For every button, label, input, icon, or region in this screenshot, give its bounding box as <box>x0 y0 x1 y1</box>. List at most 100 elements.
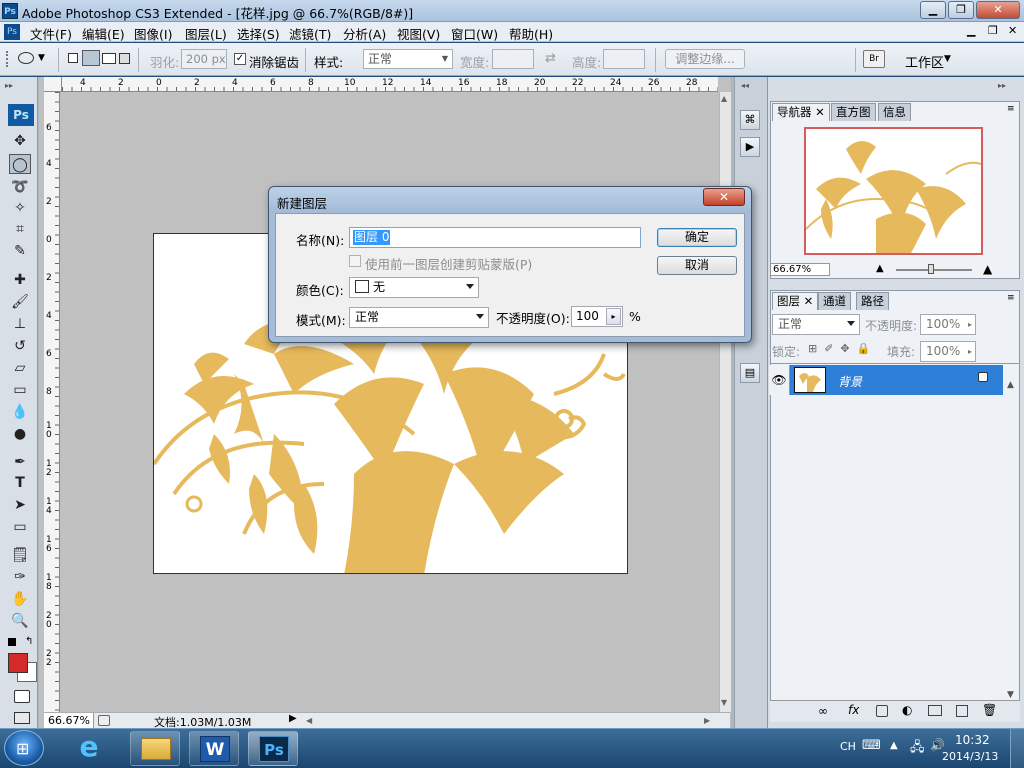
new-selection-icon[interactable] <box>68 53 78 63</box>
taskbar-word-button[interactable]: W <box>189 731 239 766</box>
scroll-down-arrow-icon[interactable]: ▼ <box>1007 690 1014 700</box>
bridge-icon[interactable]: Br <box>863 50 885 68</box>
clipping-mask-checkbox[interactable] <box>349 255 361 267</box>
brushes-panel-icon[interactable]: ⌘ <box>740 110 760 130</box>
antialias-checkbox[interactable]: ✓ <box>234 53 246 65</box>
layer-name-input[interactable]: 图层 0 <box>349 227 641 248</box>
path-selection-tool-icon[interactable]: ➤ <box>9 495 31 515</box>
default-colors-icon[interactable] <box>8 638 16 646</box>
eraser-tool-icon[interactable]: ▱ <box>9 358 31 378</box>
notes-tool-icon[interactable]: 🗒 <box>9 545 31 565</box>
width-input[interactable] <box>492 49 534 69</box>
close-icon[interactable]: ✕ <box>815 105 825 119</box>
document-icon[interactable]: Ps <box>4 24 20 40</box>
marquee-tool-icon[interactable]: ◯ <box>9 154 31 174</box>
hand-tool-icon[interactable]: ✋ <box>9 589 31 609</box>
shape-tool-icon[interactable]: ▭ <box>9 517 31 537</box>
scroll-up-arrow-icon[interactable]: ▲ <box>1007 380 1014 390</box>
photoshop-app-icon[interactable]: Ps <box>2 3 18 19</box>
add-selection-icon[interactable] <box>82 50 100 66</box>
move-tool-icon[interactable]: ✥ <box>9 131 31 151</box>
close-icon[interactable]: ✕ <box>804 294 814 308</box>
panel-menu-icon[interactable]: ≡ <box>1007 293 1015 303</box>
keyboard-icon[interactable]: ⌨ <box>862 738 881 753</box>
menu-help[interactable]: 帮助(H) <box>509 24 553 43</box>
tab-info[interactable]: 信息 <box>878 103 911 121</box>
vertical-scrollbar[interactable]: ▲ ▼ <box>719 92 731 712</box>
workspace-button[interactable]: 工作区 <box>905 52 944 71</box>
layer-opacity-input[interactable]: 100% ▸ <box>920 314 976 335</box>
show-desktop-button[interactable] <box>1010 729 1024 768</box>
actions-panel-icon[interactable]: ▶ <box>740 137 760 157</box>
adjustment-layer-icon[interactable]: ◐ <box>902 703 912 717</box>
height-input[interactable] <box>603 49 645 69</box>
slice-tool-icon[interactable]: ✎ <box>9 241 31 261</box>
link-layers-icon[interactable]: ∞ <box>818 704 828 718</box>
history-brush-tool-icon[interactable]: ↺ <box>9 336 31 356</box>
menu-filter[interactable]: 滤镜(T) <box>289 24 331 43</box>
elliptical-marquee-icon[interactable] <box>18 52 34 64</box>
minimize-button[interactable]: ▁ <box>920 1 946 19</box>
notes-panel-icon[interactable]: ▤ <box>740 363 760 383</box>
menu-analysis[interactable]: 分析(A) <box>343 24 386 43</box>
scroll-left-arrow-icon[interactable]: ◀ <box>306 713 312 728</box>
menu-edit[interactable]: 编辑(E) <box>82 24 125 43</box>
quick-mask-icon[interactable] <box>14 690 30 703</box>
tab-channels[interactable]: 通道 <box>818 292 851 310</box>
layer-row-background[interactable]: 👁 背景 <box>769 365 1003 395</box>
chevron-down-icon[interactable]: ▼ <box>38 53 45 63</box>
panel-menu-icon[interactable]: ≡ <box>1007 104 1015 114</box>
gradient-tool-icon[interactable]: ▭ <box>9 380 31 400</box>
opacity-slider-toggle-icon[interactable]: ▸ <box>606 308 621 325</box>
doc-close-button[interactable]: ✕ <box>1008 24 1017 37</box>
zoom-out-icon[interactable]: ▲ <box>876 263 884 274</box>
blur-tool-icon[interactable]: 💧 <box>9 402 31 422</box>
expand-panels-icon[interactable]: ◂◂ <box>741 81 749 90</box>
refine-edge-button[interactable]: 调整边缘... <box>665 49 745 69</box>
taskbar-explorer-button[interactable] <box>130 731 180 766</box>
screen-mode-icon[interactable] <box>14 712 30 724</box>
navigator-preview[interactable] <box>804 127 983 255</box>
dialog-close-button[interactable]: ✕ <box>703 188 745 206</box>
menu-view[interactable]: 视图(V) <box>397 24 440 43</box>
lasso-tool-icon[interactable]: ➰ <box>9 177 31 197</box>
visibility-eye-icon[interactable]: 👁 <box>769 365 790 395</box>
delete-layer-icon[interactable]: 🗑 <box>982 703 997 717</box>
internet-explorer-icon[interactable]: e <box>72 732 106 764</box>
fill-input[interactable]: 100% ▸ <box>920 341 976 362</box>
doc-minimize-button[interactable]: ▁ <box>967 24 975 37</box>
zoom-field[interactable]: 66.67% <box>44 713 94 728</box>
feather-input[interactable]: 200 px <box>181 49 227 69</box>
swap-colors-icon[interactable]: ↰ <box>25 636 33 647</box>
lock-icons[interactable]: ⊞✐✥🔒 <box>808 342 877 355</box>
swap-icon[interactable]: ⇄ <box>545 51 556 66</box>
magic-wand-tool-icon[interactable]: ✧ <box>9 198 31 218</box>
collapse-panels-icon[interactable]: ▸▸ <box>998 81 1006 90</box>
new-group-icon[interactable] <box>928 705 942 716</box>
status-menu-icon[interactable] <box>98 715 110 726</box>
menu-select[interactable]: 选择(S) <box>237 24 280 43</box>
type-tool-icon[interactable]: T <box>9 473 31 493</box>
menu-window[interactable]: 窗口(W) <box>451 24 498 43</box>
tab-navigator[interactable]: 导航器 ✕ <box>772 103 830 121</box>
intersect-selection-icon[interactable] <box>119 53 130 64</box>
status-arrow-icon[interactable]: ▶ <box>289 713 297 724</box>
maximize-button[interactable]: ❐ <box>948 1 974 19</box>
tab-layers[interactable]: 图层 ✕ <box>772 292 819 310</box>
ok-button[interactable]: 确定 <box>657 228 737 247</box>
brush-tool-icon[interactable]: 🖌 <box>9 292 31 312</box>
add-mask-icon[interactable] <box>876 705 888 717</box>
new-layer-icon[interactable] <box>956 705 968 717</box>
clone-stamp-tool-icon[interactable]: ⊥ <box>9 314 31 334</box>
chevron-down-icon[interactable]: ▼ <box>944 54 951 64</box>
menu-layer[interactable]: 图层(L) <box>185 24 227 43</box>
dodge-tool-icon[interactable]: ● <box>9 424 31 444</box>
style-select[interactable]: 正常 ▼ <box>363 49 453 69</box>
navigator-zoom-field[interactable]: 66.67% <box>770 263 830 276</box>
zoom-in-icon[interactable]: ▲ <box>983 262 992 276</box>
tab-paths[interactable]: 路径 <box>856 292 889 310</box>
pen-tool-icon[interactable]: ✒ <box>9 452 31 472</box>
clock-time[interactable]: 10:32 <box>955 733 990 747</box>
zoom-slider-track[interactable] <box>896 269 972 271</box>
taskbar-photoshop-button[interactable]: Ps <box>248 731 298 766</box>
